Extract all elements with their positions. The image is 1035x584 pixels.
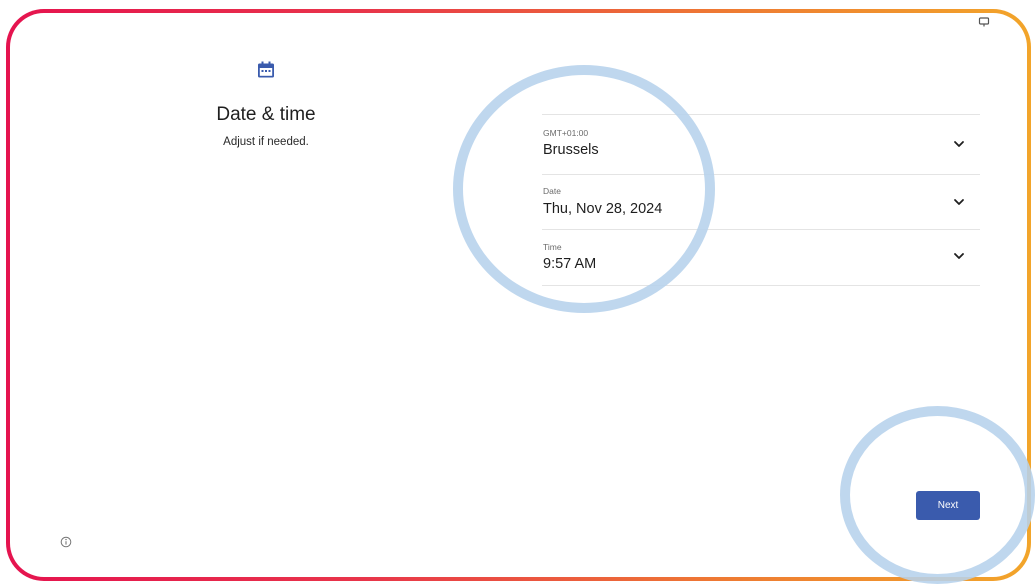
calendar-icon	[258, 61, 274, 78]
chevron-down-icon	[954, 199, 964, 205]
date-row[interactable]: Date Thu, Nov 28, 2024	[542, 175, 980, 231]
timezone-value: Brussels	[543, 142, 599, 158]
next-button[interactable]: Next	[916, 491, 980, 520]
device-frame	[6, 9, 1031, 581]
screen-icon	[978, 17, 990, 27]
time-caption: Time	[543, 242, 562, 252]
timezone-row[interactable]: GMT+01:00 Brussels	[542, 118, 980, 174]
page-subtitle: Adjust if needed.	[223, 136, 309, 148]
screen	[10, 13, 1027, 577]
page-title: Date & time	[216, 104, 316, 125]
timezone-caption: GMT+01:00	[543, 128, 589, 138]
time-value: 9:57 AM	[543, 256, 597, 272]
date-caption: Date	[543, 186, 561, 196]
chevron-down-icon	[954, 253, 964, 259]
divider	[542, 114, 980, 115]
info-icon[interactable]	[60, 536, 72, 548]
time-row[interactable]: Time 9:57 AM	[542, 230, 980, 286]
date-value: Thu, Nov 28, 2024	[543, 201, 663, 217]
chevron-down-icon	[954, 141, 964, 147]
divider	[542, 285, 980, 286]
